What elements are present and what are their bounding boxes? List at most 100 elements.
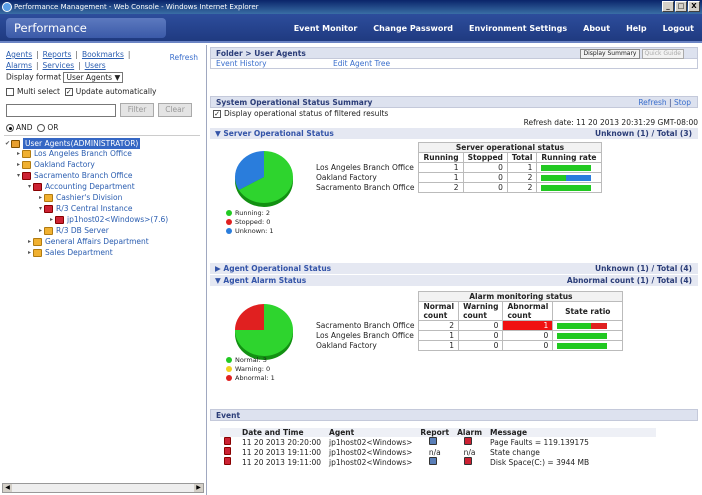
unknown-rate-bar	[566, 175, 592, 181]
nav-bookmarks[interactable]: Bookmarks	[82, 50, 124, 59]
col-message: Message	[490, 428, 528, 437]
alarm-status-table: Alarm monitoring status Normal count War…	[312, 291, 624, 351]
col-state-ratio: State ratio	[552, 301, 624, 321]
running-dot-icon	[226, 210, 232, 216]
chevron-right-icon[interactable]: ▸	[15, 148, 22, 159]
chevron-right-icon[interactable]: ▸	[26, 236, 33, 247]
folder-icon	[33, 248, 42, 257]
table-row[interactable]: 11 20 2013 20:20:00 jp1host02<Windows> Pag…	[220, 437, 656, 447]
tree-node[interactable]: ▸ General Affairs Department	[26, 236, 149, 247]
col-normal: Normal count	[418, 301, 460, 321]
tree-node[interactable]: ▸ Los Angeles Branch Office	[15, 148, 132, 159]
menu-about[interactable]: About	[575, 14, 618, 43]
tree-node-label: General Affairs Department	[45, 237, 149, 246]
app-title: Performance Management	[6, 18, 166, 55]
maximize-button[interactable]: □	[675, 1, 687, 12]
tree-node[interactable]: ▸ Cashier's Division	[37, 192, 122, 203]
normal-dot-icon	[226, 357, 232, 363]
col-stopped: Stopped	[462, 152, 508, 163]
main-menu: Event Monitor Change Password Environmen…	[286, 14, 702, 43]
tree-node[interactable]: ▸ Sales Department	[26, 247, 113, 258]
menu-event-monitor[interactable]: Event Monitor	[286, 14, 366, 43]
or-radio[interactable]	[37, 124, 46, 132]
menu-help[interactable]: Help	[618, 14, 655, 43]
display-format-value: User Agents	[66, 73, 113, 82]
chevron-right-icon[interactable]: ▸	[48, 214, 55, 225]
chevron-down-icon[interactable]: ▾	[26, 181, 33, 192]
filter-button[interactable]: Filter	[120, 103, 154, 117]
folder-icon	[22, 149, 31, 158]
nav-reports[interactable]: Reports	[43, 50, 72, 59]
folder-tabs: Event History Edit Agent Tree	[210, 59, 698, 69]
menu-logout[interactable]: Logout	[655, 14, 702, 43]
clear-button[interactable]: Clear	[158, 103, 192, 117]
display-format-select[interactable]: User Agents ▼	[63, 72, 124, 83]
chevron-right-icon[interactable]: ▸	[37, 225, 44, 236]
summary-refresh-link[interactable]: Refresh	[638, 98, 666, 107]
nav-users[interactable]: Users	[85, 61, 106, 70]
filtered-label: Display operational status of filtered r…	[224, 109, 389, 118]
cell-alarm: n/a	[463, 447, 476, 457]
server-status-header[interactable]: ▼ Server Operational Status Unknown (1) /…	[210, 128, 698, 139]
summary-stop-link[interactable]: Stop	[674, 98, 691, 107]
col-warning: Warning count	[458, 301, 504, 321]
filtered-checkbox[interactable]: ✓	[213, 110, 221, 118]
event-history-link[interactable]: Event History	[216, 59, 267, 68]
tree-node[interactable]: ▸ R/3 DB Server	[37, 225, 109, 236]
agent-op-header[interactable]: ▶ Agent Operational Status Unknown (1) / …	[210, 263, 698, 274]
running-rate-cell	[536, 182, 602, 193]
abnormal-dot-icon	[226, 375, 232, 381]
table-row: Oakland Factory 1 0 0	[312, 340, 624, 351]
tree-node[interactable]: ▾ R/3 Central Instance	[37, 203, 133, 214]
menu-change-password[interactable]: Change Password	[365, 14, 461, 43]
report-icon[interactable]	[429, 437, 438, 445]
table-row[interactable]: 11 20 2013 19:11:00 jp1host02<Windows> Dis…	[220, 457, 656, 467]
edit-agent-tree-link[interactable]: Edit Agent Tree	[333, 59, 390, 68]
tree-node[interactable]: ▸ jp1host02<Windows>(7.6)	[48, 214, 168, 225]
scroll-right-icon[interactable]: ▶	[194, 484, 203, 492]
window-title: Performance Management - Web Console - W…	[14, 3, 259, 11]
cell-normal: 1	[418, 340, 460, 351]
close-button[interactable]: X	[688, 1, 700, 12]
check-icon[interactable]: ✔	[4, 138, 11, 149]
chevron-right-icon[interactable]: ▸	[15, 159, 22, 170]
alarm-legend: Normal: 3 Warning: 0 Abnormal: 1	[226, 356, 275, 383]
chevron-right-icon[interactable]: ▸	[26, 247, 33, 258]
scroll-left-icon[interactable]: ◀	[3, 484, 12, 492]
cell-report	[416, 457, 453, 467]
alarm-icon[interactable]	[464, 457, 473, 465]
nav-agents[interactable]: Agents	[6, 50, 32, 59]
running-rate-bar	[541, 175, 567, 181]
quick-guide-button[interactable]: Quick Guide	[641, 49, 684, 59]
server-group-header: Server operational status	[418, 142, 602, 153]
folder-buttons: Display Summary Quick Guide	[580, 49, 684, 59]
cell-message: Disk Space(C:) = 3944 MB	[490, 457, 590, 467]
tree-node-label: Los Angeles Branch Office	[34, 149, 132, 158]
window-titlebar: Performance Management - Web Console - W…	[0, 0, 702, 14]
table-row: Los Angeles Branch Office 1 0 0	[312, 330, 624, 341]
menu-environment-settings[interactable]: Environment Settings	[461, 14, 575, 43]
report-icon[interactable]	[429, 457, 438, 465]
chevron-down-icon[interactable]: ▾	[37, 203, 44, 214]
filter-input[interactable]	[6, 104, 116, 117]
chevron-right-icon[interactable]: ▸	[37, 192, 44, 203]
update-auto-checkbox[interactable]: ✓	[64, 88, 73, 96]
alarm-event-icon	[224, 437, 231, 445]
chevron-down-icon[interactable]: ▾	[15, 170, 22, 181]
tree-node[interactable]: ▸ Oakland Factory	[15, 159, 95, 170]
server-status-counts: Unknown (1) / Total (3)	[595, 129, 692, 138]
display-summary-button[interactable]: Display Summary	[580, 49, 640, 59]
tree-node[interactable]: ▾ Sacramento Branch Office	[15, 170, 133, 181]
table-corner	[312, 292, 419, 302]
alarm-icon[interactable]	[464, 437, 473, 445]
horizontal-scrollbar[interactable]: ◀ ▶	[2, 483, 204, 493]
left-refresh-link[interactable]: Refresh	[170, 53, 198, 62]
alarm-status-header[interactable]: ▼ Agent Alarm Status Abnormal count (1) /…	[210, 275, 698, 286]
and-radio[interactable]	[6, 124, 14, 132]
nav-services[interactable]: Services	[43, 61, 75, 70]
minimize-button[interactable]: _	[662, 1, 674, 12]
table-row[interactable]: 11 20 2013 19:11:00 jp1host02<Windows> n/a…	[220, 447, 656, 457]
tree-node[interactable]: ▾ Accounting Department	[26, 181, 135, 192]
multi-select-checkbox[interactable]	[6, 88, 14, 96]
nav-alarms[interactable]: Alarms	[6, 61, 32, 70]
